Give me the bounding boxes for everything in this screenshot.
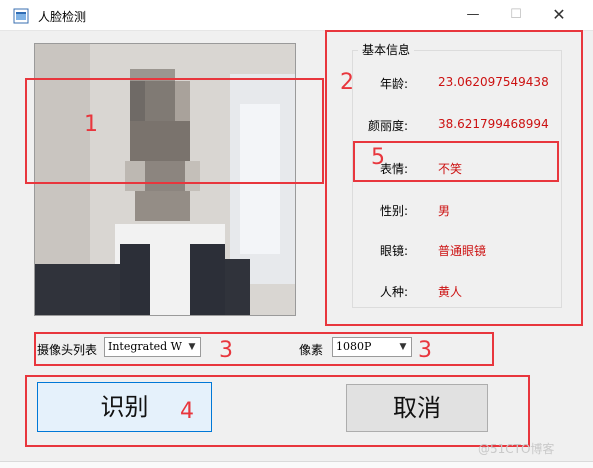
title-bar: 人脸检测 — ☐ ✕ [0,0,593,30]
annotation-box-1 [25,78,324,184]
minimize-button[interactable]: — [453,0,493,30]
annotation-number-1: 1 [84,112,98,137]
window-title: 人脸检测 [38,10,87,24]
annotation-number-3a: 3 [219,338,233,363]
maximize-button[interactable]: ☐ [496,0,536,30]
close-button[interactable]: ✕ [539,0,579,30]
watermark: @51CTO博客 [478,442,555,456]
annotation-box-4 [25,375,530,447]
annotation-number-2: 2 [340,70,354,95]
annotation-number-3b: 3 [418,338,432,363]
annotation-number-5: 5 [371,145,385,170]
app-icon [13,8,29,24]
annotation-number-4: 4 [180,399,194,424]
